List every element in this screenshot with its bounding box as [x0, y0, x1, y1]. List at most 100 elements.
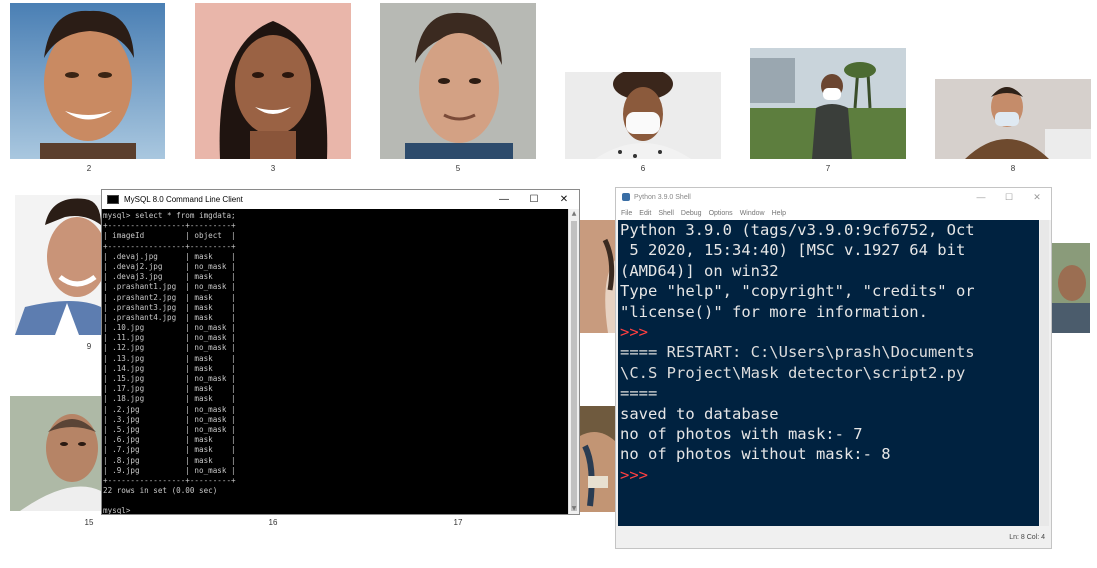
python-logo-icon: [622, 193, 630, 201]
photo-caption: 16: [268, 518, 278, 527]
photo-thumbnail-partial[interactable]: [1052, 243, 1090, 333]
face-photo-image: [1052, 243, 1090, 333]
shell-line: (AMD64)] on win32: [620, 261, 779, 280]
python-title-bar[interactable]: Python 3.9.0 Shell — ☐ ✕: [616, 188, 1051, 206]
console-line: | .devaj.jpg | mask |: [103, 251, 236, 261]
scroll-up-icon[interactable]: ▲: [569, 209, 579, 219]
face-photo-image: [15, 195, 101, 335]
minimize-button[interactable]: —: [489, 194, 519, 205]
shell-line: "license()" for more information.: [620, 302, 928, 321]
console-line: | .devaj2.jpg | no_mask |: [103, 261, 236, 271]
maximize-button[interactable]: ☐: [995, 192, 1023, 203]
photo-caption: 8: [1010, 164, 1016, 173]
vertical-scrollbar[interactable]: [1040, 220, 1049, 526]
console-line: | .prashant2.jpg | mask |: [103, 292, 236, 302]
photo-caption: 5: [455, 164, 461, 173]
shell-prompt: >>>: [620, 465, 648, 484]
shell-text-area[interactable]: Python 3.9.0 (tags/v3.9.0:9cf6752, Oct 5…: [618, 220, 1039, 526]
console-line: | .12.jpg | no_mask |: [103, 343, 236, 353]
mysql-client-window[interactable]: MySQL 8.0 Command Line Client — ☐ ✕ mysq…: [101, 189, 580, 515]
mysql-console-output[interactable]: mysql> select * from imgdata; +----------…: [102, 209, 570, 514]
menu-debug[interactable]: Debug: [681, 210, 702, 217]
console-line: | .14.jpg | mask |: [103, 363, 236, 373]
shell-line: Python 3.9.0 (tags/v3.9.0:9cf6752, Oct: [620, 221, 975, 239]
photo-thumbnail-15[interactable]: [10, 396, 101, 511]
shell-line: saved to database: [620, 404, 779, 423]
console-line: | .8.jpg | mask |: [103, 455, 236, 465]
face-photo-image: [380, 3, 536, 159]
menu-edit[interactable]: Edit: [639, 210, 651, 217]
menu-options[interactable]: Options: [709, 210, 733, 217]
photo-thumbnail-5[interactable]: [380, 3, 536, 159]
close-button[interactable]: ✕: [549, 194, 579, 205]
shell-line: no of photos with mask:- 7: [620, 425, 863, 444]
console-line: | .5.jpg | no_mask |: [103, 424, 236, 434]
menu-help[interactable]: Help: [772, 210, 786, 217]
scroll-down-icon[interactable]: ▼: [569, 504, 579, 514]
photo-caption: 15: [84, 518, 94, 527]
photo-thumbnail-3[interactable]: [195, 3, 351, 159]
maximize-button[interactable]: ☐: [519, 194, 549, 205]
console-line: | imageId | object |: [103, 231, 236, 241]
minimize-button[interactable]: —: [967, 192, 995, 203]
shell-prompt: >>>: [620, 323, 648, 342]
console-line: 22 rows in set (0.00 sec): [103, 486, 218, 496]
console-line: | .9.jpg | no_mask |: [103, 465, 236, 475]
photo-thumbnail-6[interactable]: [565, 72, 721, 159]
shell-line: ====: [620, 384, 658, 403]
photo-thumbnail-9[interactable]: [15, 195, 101, 335]
menu-file[interactable]: File: [621, 210, 632, 217]
menu-shell[interactable]: Shell: [658, 210, 674, 217]
console-line: | .10.jpg | no_mask |: [103, 323, 236, 333]
shell-line: ==== RESTART: C:\Users\prash\Documents: [620, 343, 975, 362]
face-photo-image: [935, 79, 1091, 159]
console-line: mysql> select * from imgdata;: [103, 211, 236, 220]
face-photo-image: [565, 72, 721, 159]
face-photo-image: [10, 3, 165, 159]
console-line: | .devaj3.jpg | mask |: [103, 272, 236, 282]
menu-bar: File Edit Shell Debug Options Window Hel…: [616, 206, 1051, 220]
console-line: | .11.jpg | no_mask |: [103, 333, 236, 343]
python-shell-window[interactable]: Python 3.9.0 Shell — ☐ ✕ File Edit Shell…: [615, 187, 1052, 549]
face-photo-image: [580, 220, 615, 333]
console-line: | .6.jpg | mask |: [103, 435, 236, 445]
photo-thumbnail-partial[interactable]: [580, 406, 615, 512]
face-photo-image: [750, 48, 906, 159]
console-line: | .2.jpg | no_mask |: [103, 404, 236, 414]
console-line: | .3.jpg | no_mask |: [103, 414, 236, 424]
photo-caption: 7: [825, 164, 831, 173]
menu-window[interactable]: Window: [740, 210, 765, 217]
window-title: MySQL 8.0 Command Line Client: [124, 195, 243, 204]
window-title: Python 3.9.0 Shell: [634, 193, 691, 201]
photo-thumbnail-7[interactable]: [750, 48, 906, 159]
terminal-icon: [107, 195, 119, 204]
photo-caption: 2: [86, 164, 92, 173]
console-line: | .18.jpg | mask |: [103, 394, 236, 404]
photo-thumbnail-2[interactable]: [10, 3, 165, 159]
mysql-title-bar[interactable]: MySQL 8.0 Command Line Client — ☐ ✕: [102, 190, 579, 209]
photo-caption: 9: [86, 342, 92, 351]
console-line: | .7.jpg | mask |: [103, 445, 236, 455]
scrollbar-thumb[interactable]: [571, 221, 577, 511]
shell-line: Type "help", "copyright", "credits" or: [620, 282, 975, 301]
console-line: +-----------------+---------+: [103, 475, 236, 485]
face-photo-image: [580, 406, 615, 512]
photo-caption: 6: [640, 164, 646, 173]
console-line: +-----------------+---------+: [103, 221, 236, 231]
console-line: +-----------------+---------+: [103, 241, 236, 251]
console-line: | .prashant4.jpg | mask |: [103, 312, 236, 322]
photo-thumbnail-8[interactable]: [935, 79, 1091, 159]
console-line: | .17.jpg | mask |: [103, 384, 236, 394]
close-button[interactable]: ✕: [1023, 192, 1051, 203]
console-line: | .13.jpg | mask |: [103, 353, 236, 363]
shell-line: no of photos without mask:- 8: [620, 445, 891, 464]
photo-caption: 3: [270, 164, 276, 173]
photo-thumbnail-partial[interactable]: [580, 220, 615, 333]
photo-caption: 17: [453, 518, 463, 527]
vertical-scrollbar[interactable]: ▲ ▼: [568, 209, 579, 514]
shell-line: 5 2020, 15:34:40) [MSC v.1927 64 bit: [620, 241, 966, 260]
shell-line: \C.S Project\Mask detector\script2.py: [620, 363, 966, 382]
console-line: | .prashant3.jpg | mask |: [103, 302, 236, 312]
face-photo-image: [10, 396, 101, 511]
